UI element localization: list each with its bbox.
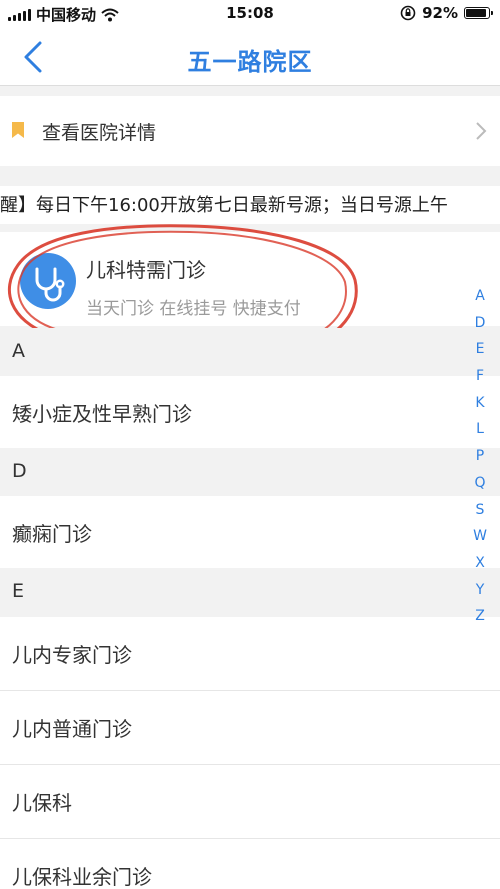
chevron-right-icon bbox=[476, 122, 487, 140]
index-letter-k[interactable]: K bbox=[470, 390, 490, 417]
notice-banner: 醒】每日下午16:00开放第七日最新号源；当日号源上午 bbox=[0, 186, 500, 224]
department-name: 儿内普通门诊 bbox=[12, 717, 132, 741]
index-letter-e[interactable]: E bbox=[470, 336, 490, 363]
battery-percent: 92% bbox=[422, 4, 458, 22]
bookmark-icon bbox=[12, 122, 24, 138]
department-name: 儿内专家门诊 bbox=[12, 643, 132, 667]
department-row[interactable]: 儿内普通门诊 bbox=[0, 691, 500, 765]
section-header-e: E bbox=[0, 568, 500, 616]
department-name: 儿保科业余门诊 bbox=[12, 865, 152, 889]
battery-level bbox=[466, 9, 487, 17]
featured-service-card[interactable]: 儿科特需门诊 当天门诊 在线挂号 快捷支付 bbox=[0, 232, 500, 326]
featured-service-subtitle: 当天门诊 在线挂号 快捷支付 bbox=[86, 299, 301, 319]
index-letter-w[interactable]: W bbox=[470, 523, 490, 550]
page-title: 五一路院区 bbox=[187, 48, 313, 76]
department-row[interactable]: 矮小症及性早熟门诊 bbox=[0, 376, 500, 450]
index-letter-s[interactable]: S bbox=[470, 497, 490, 524]
index-letter-f[interactable]: F bbox=[470, 363, 490, 390]
section-letter: E bbox=[12, 580, 25, 602]
department-name: 矮小症及性早熟门诊 bbox=[12, 402, 192, 426]
department-row[interactable]: 儿保科 bbox=[0, 765, 500, 839]
section-letter: D bbox=[12, 460, 27, 482]
section-header-a: A bbox=[0, 328, 500, 376]
index-letter-a[interactable]: A bbox=[470, 283, 490, 310]
section-letter: A bbox=[12, 340, 25, 362]
department-name: 癫痫门诊 bbox=[12, 522, 92, 546]
notice-text: 醒】每日下午16:00开放第七日最新号源；当日号源上午 bbox=[0, 195, 448, 216]
hospital-detail-row[interactable]: 查看医院详情 bbox=[0, 96, 500, 166]
department-row[interactable]: 儿保科业余门诊 bbox=[0, 839, 500, 889]
section-header-d: D bbox=[0, 448, 500, 496]
department-row[interactable]: 儿内专家门诊 bbox=[0, 617, 500, 691]
stethoscope-icon bbox=[20, 253, 76, 309]
department-name: 儿保科 bbox=[12, 791, 72, 815]
status-bar: 中国移动 15:08 92% bbox=[0, 0, 500, 28]
department-row[interactable]: 癫痫门诊 bbox=[0, 496, 500, 570]
nav-bar: 五一路院区 bbox=[0, 28, 500, 86]
index-letter-y[interactable]: Y bbox=[470, 577, 490, 604]
index-letter-x[interactable]: X bbox=[470, 550, 490, 577]
hospital-detail-label: 查看医院详情 bbox=[42, 122, 157, 144]
index-letter-q[interactable]: Q bbox=[470, 470, 490, 497]
index-letter-l[interactable]: L bbox=[470, 416, 490, 443]
battery-icon bbox=[464, 7, 493, 19]
index-letter-z[interactable]: Z bbox=[470, 603, 490, 630]
index-letter-d[interactable]: D bbox=[470, 310, 490, 337]
index-letter-p[interactable]: P bbox=[470, 443, 490, 470]
alphabet-index[interactable]: ADEFKLPQSWXYZ bbox=[470, 283, 490, 630]
featured-service-name: 儿科特需门诊 bbox=[86, 258, 206, 282]
orientation-lock-icon bbox=[400, 5, 416, 21]
